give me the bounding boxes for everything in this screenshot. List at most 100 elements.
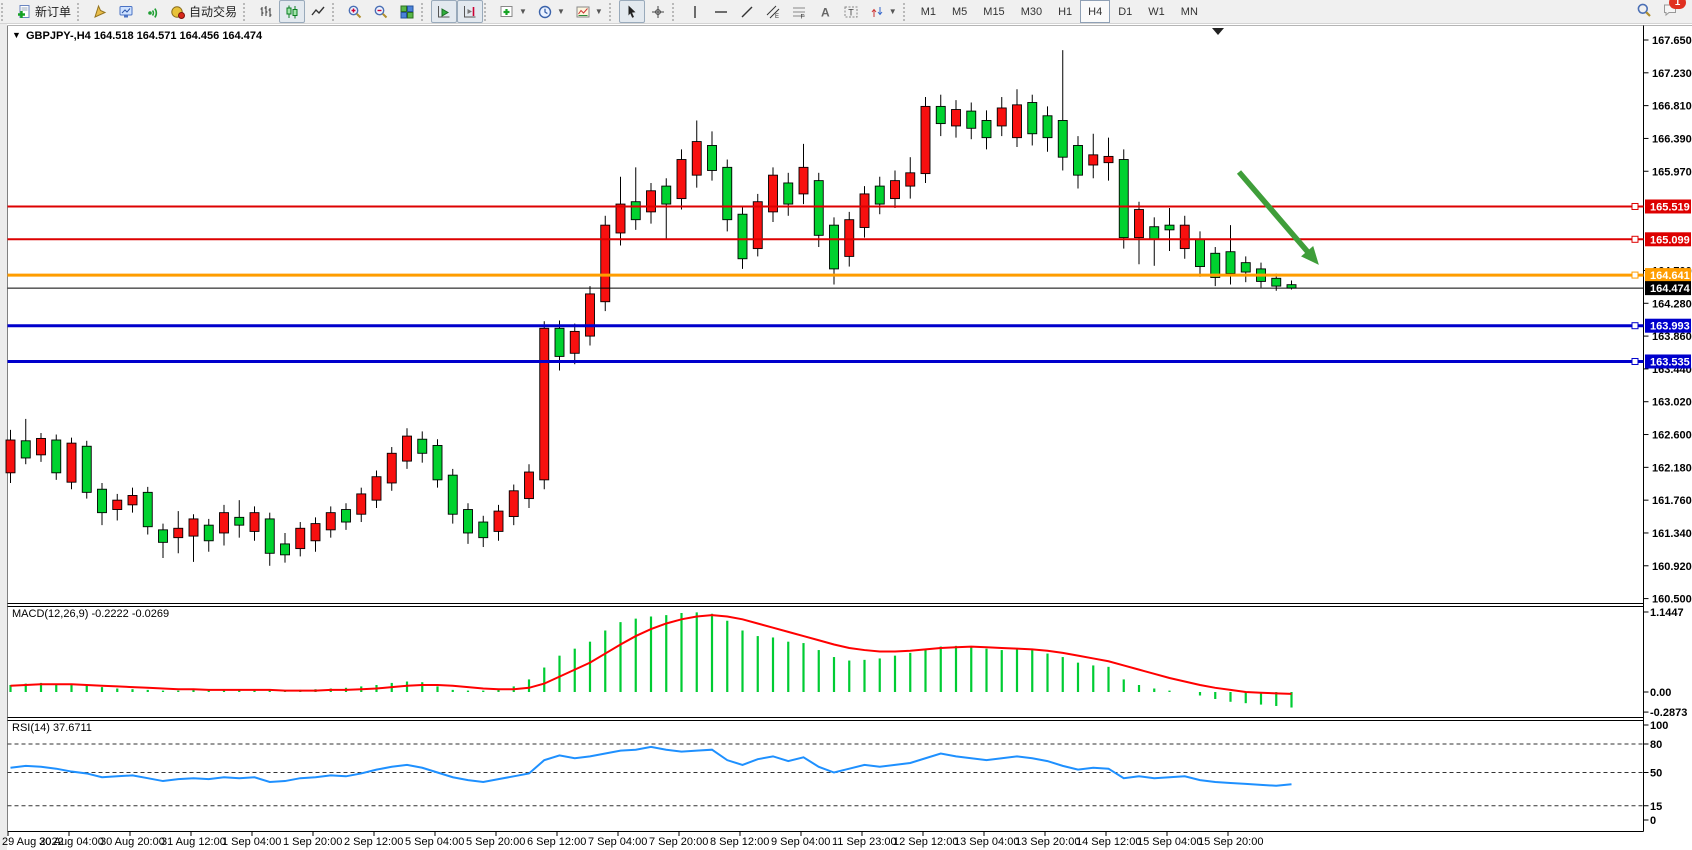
chart-shift-button[interactable] bbox=[457, 0, 483, 23]
timeframe-w1-button[interactable]: W1 bbox=[1140, 0, 1173, 23]
periods-button[interactable]: ▼ bbox=[532, 0, 570, 23]
time-tick-label: 6 Sep 12:00 bbox=[527, 836, 586, 848]
vertical-line-icon bbox=[687, 4, 703, 20]
chart-background bbox=[0, 0, 1692, 850]
candle-body bbox=[1043, 116, 1052, 138]
chart-window[interactable]: 167.650167.230166.810166.390165.970164.7… bbox=[0, 0, 1692, 850]
timeframe-h4-button[interactable]: H4 bbox=[1080, 0, 1110, 23]
arrows-button[interactable]: ▼ bbox=[864, 0, 902, 23]
indicators-button[interactable]: ▼ bbox=[494, 0, 532, 23]
candle-body bbox=[997, 108, 1006, 126]
candle-body bbox=[692, 142, 701, 176]
signals-icon bbox=[144, 4, 160, 20]
level-line-handle[interactable] bbox=[1632, 358, 1638, 364]
candle-body bbox=[631, 202, 640, 220]
candle-body bbox=[98, 489, 107, 512]
level-price-label: 164.641 bbox=[1645, 268, 1691, 282]
candle-body bbox=[1074, 145, 1083, 175]
candle-body bbox=[753, 202, 762, 249]
candle-body bbox=[143, 492, 152, 526]
timeframe-mn-button[interactable]: MN bbox=[1173, 0, 1206, 23]
toolbar-group-grip bbox=[484, 3, 493, 21]
candle-body bbox=[342, 510, 351, 523]
equidistant-channel-button[interactable]: E bbox=[760, 0, 786, 23]
auto-scroll-button[interactable] bbox=[431, 0, 457, 23]
candlestick-button[interactable] bbox=[279, 0, 305, 23]
time-tick-label: 7 Sep 04:00 bbox=[588, 836, 647, 848]
time-tick-label: 14 Sep 12:00 bbox=[1076, 836, 1141, 848]
price-tick-label: 161.340 bbox=[1652, 528, 1692, 540]
candle-body bbox=[21, 441, 30, 458]
profile-button[interactable] bbox=[113, 0, 139, 23]
trendline-button[interactable] bbox=[734, 0, 760, 23]
timeframe-h1-button[interactable]: H1 bbox=[1050, 0, 1080, 23]
fibonacci-button[interactable]: F bbox=[786, 0, 812, 23]
chevron-down-icon: ▼ bbox=[557, 7, 565, 16]
search-icon[interactable] bbox=[1636, 2, 1652, 21]
time-tick-label: 31 Aug 12:00 bbox=[161, 836, 226, 848]
timeframe-m1-button[interactable]: M1 bbox=[913, 0, 944, 23]
price-tick-label: 163.860 bbox=[1652, 331, 1692, 343]
candle-body bbox=[418, 439, 427, 453]
svg-text:T: T bbox=[848, 7, 854, 17]
channel-icon: E bbox=[765, 4, 781, 20]
level-line-handle[interactable] bbox=[1632, 272, 1638, 278]
candle-body bbox=[540, 328, 549, 480]
zoom-out-button[interactable] bbox=[368, 0, 394, 23]
auto-trading-button[interactable]: 自动交易 bbox=[165, 0, 242, 23]
price-tick-label: 167.650 bbox=[1652, 35, 1692, 47]
tile-windows-button[interactable] bbox=[394, 0, 420, 23]
horizontal-line-button[interactable] bbox=[708, 0, 734, 23]
price-tick-label: 163.020 bbox=[1652, 397, 1692, 409]
time-tick-label: 1 Sep 20:00 bbox=[283, 836, 342, 848]
candle-body bbox=[82, 446, 91, 492]
zoom-in-button[interactable] bbox=[342, 0, 368, 23]
rsi-tick-label: 0 bbox=[1650, 815, 1656, 827]
level-line-handle[interactable] bbox=[1632, 323, 1638, 329]
level-line-handle[interactable] bbox=[1632, 236, 1638, 242]
crosshair-button[interactable] bbox=[645, 0, 671, 23]
charts-button[interactable] bbox=[87, 0, 113, 23]
current-price-label: 164.474 bbox=[1645, 281, 1691, 295]
price-tick-label: 166.810 bbox=[1652, 101, 1692, 113]
templates-button[interactable]: ▼ bbox=[570, 0, 608, 23]
candle-body bbox=[814, 181, 823, 236]
text-button[interactable]: A bbox=[812, 0, 838, 23]
candle-body bbox=[6, 440, 15, 473]
bar-chart-button[interactable] bbox=[253, 0, 279, 23]
text-label-button[interactable]: T bbox=[838, 0, 864, 23]
rsi-tick-label: 80 bbox=[1650, 739, 1662, 751]
candle-body bbox=[37, 438, 46, 454]
rsi-tick-label: 15 bbox=[1650, 801, 1662, 813]
new-order-button[interactable]: 新订单 bbox=[11, 0, 76, 23]
price-tick-label: 164.280 bbox=[1652, 298, 1692, 310]
line-chart-button[interactable] bbox=[305, 0, 331, 23]
periods-icon bbox=[537, 4, 553, 20]
candle-body bbox=[204, 525, 213, 541]
level-line-handle[interactable] bbox=[1632, 203, 1638, 209]
level-price-label-text: 164.641 bbox=[1650, 270, 1690, 282]
time-tick-label: 13 Sep 04:00 bbox=[954, 836, 1019, 848]
timeframe-d1-button[interactable]: D1 bbox=[1110, 0, 1140, 23]
time-tick-label: 5 Sep 20:00 bbox=[466, 836, 525, 848]
candle-body bbox=[159, 530, 168, 543]
tile-windows-icon bbox=[399, 4, 415, 20]
timeframe-m5-button[interactable]: M5 bbox=[944, 0, 975, 23]
signals-button[interactable] bbox=[139, 0, 165, 23]
timeframe-m30-button[interactable]: M30 bbox=[1013, 0, 1050, 23]
chat-icon bbox=[1662, 7, 1678, 21]
vertical-line-button[interactable] bbox=[682, 0, 708, 23]
level-price-label: 165.519 bbox=[1645, 199, 1691, 213]
timeframe-m15-button[interactable]: M15 bbox=[975, 0, 1012, 23]
macd-title: MACD(12,26,9) -0.2222 -0.0269 bbox=[12, 608, 169, 620]
candle-body bbox=[616, 204, 625, 233]
chart-shift-icon bbox=[462, 4, 478, 20]
window-left-edge bbox=[0, 24, 7, 850]
price-tick-label: 165.970 bbox=[1652, 166, 1692, 178]
current-price-label-text: 164.474 bbox=[1650, 283, 1691, 295]
level-price-label-text: 163.535 bbox=[1650, 356, 1690, 368]
candle-body bbox=[1119, 160, 1128, 238]
toolbar-group-grip bbox=[77, 3, 86, 21]
notifications-button[interactable]: 1 bbox=[1662, 2, 1678, 21]
cursor-button[interactable] bbox=[619, 0, 645, 23]
